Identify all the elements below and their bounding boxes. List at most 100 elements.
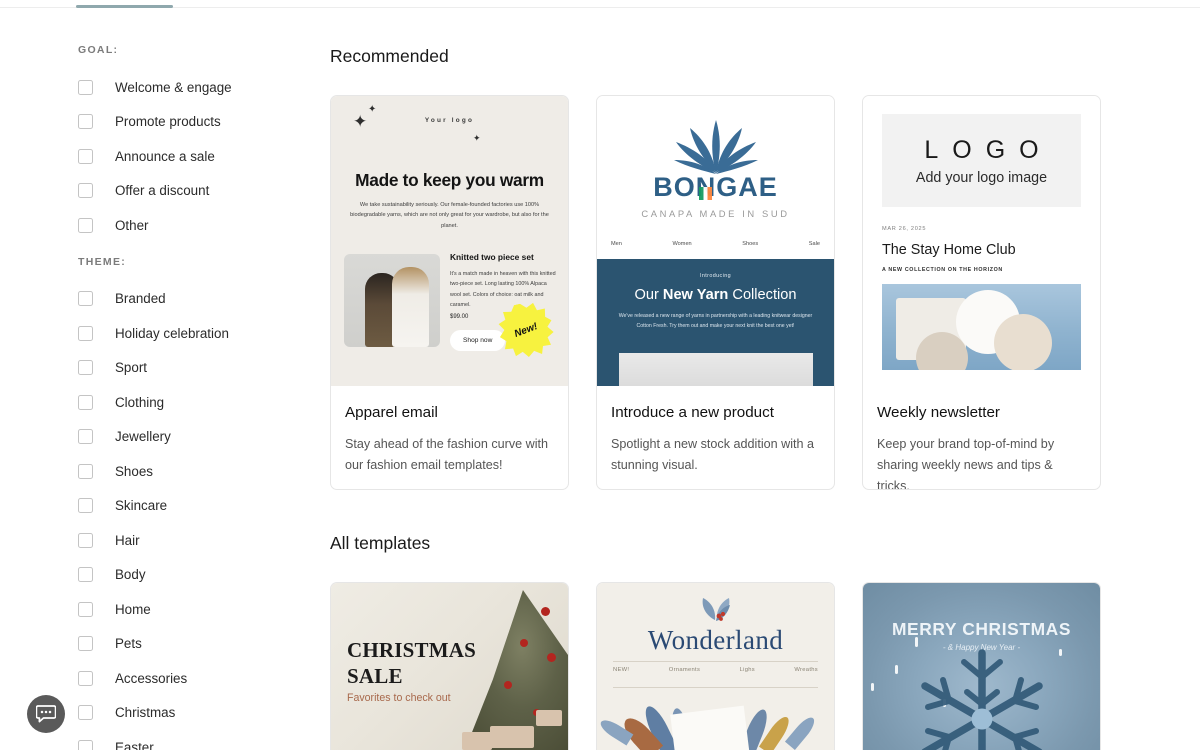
checkbox-hair[interactable] bbox=[78, 532, 93, 548]
preview-kicker: A NEW COLLECTION ON THE HORIZON bbox=[882, 267, 1003, 273]
filter-skincare[interactable]: Skincare bbox=[78, 489, 330, 524]
template-card-wonderland[interactable]: Wonderland NEW! Ornaments Lighs Wreaths bbox=[596, 582, 835, 750]
divider bbox=[613, 687, 818, 688]
card-graphic bbox=[670, 705, 750, 750]
checkbox-clothing[interactable] bbox=[78, 394, 93, 410]
template-card-introduce-new-product[interactable]: BONGAE CANAPA MADE IN SUD Men Women Shoe… bbox=[596, 95, 835, 490]
brand-accent-letter: N bbox=[695, 172, 717, 202]
checkbox-skincare[interactable] bbox=[78, 498, 93, 514]
filter-other[interactable]: Other bbox=[78, 208, 330, 243]
filter-hair[interactable]: Hair bbox=[78, 523, 330, 558]
filter-label: Offer a discount bbox=[115, 183, 210, 199]
preview-headline: Made to keep you warm bbox=[355, 170, 544, 190]
gift-box bbox=[536, 710, 562, 726]
filter-group-theme: THEME: Branded Holiday celebration Sport… bbox=[78, 256, 330, 750]
filter-offer-a-discount[interactable]: Offer a discount bbox=[78, 174, 330, 209]
filter-shoes[interactable]: Shoes bbox=[78, 454, 330, 489]
preview-nav-item: Wreaths bbox=[794, 667, 818, 673]
template-card-weekly-newsletter[interactable]: LOGO Add your logo image MAR 26, 2025 Th… bbox=[862, 95, 1101, 490]
preview-body-text: We take sustainability seriously. Our fe… bbox=[350, 202, 549, 229]
checkbox-announce-a-sale[interactable] bbox=[78, 148, 93, 164]
filter-label: Jewellery bbox=[115, 429, 171, 445]
preview-product-title: Knitted two piece set bbox=[450, 252, 534, 262]
card-title: Introduce a new product bbox=[611, 404, 774, 421]
filter-branded[interactable]: Branded bbox=[78, 282, 330, 317]
recommended-heading: Recommended bbox=[330, 46, 449, 66]
sparkle-icon: ✦ bbox=[473, 133, 481, 143]
filter-home[interactable]: Home bbox=[78, 592, 330, 627]
checkbox-promote-products[interactable] bbox=[78, 114, 93, 130]
checkbox-offer-a-discount[interactable] bbox=[78, 183, 93, 199]
card-title: Weekly newsletter bbox=[877, 404, 1000, 421]
filter-announce-a-sale[interactable]: Announce a sale bbox=[78, 139, 330, 174]
ornament bbox=[504, 681, 512, 689]
filter-sport[interactable]: Sport bbox=[78, 351, 330, 386]
filter-accessories[interactable]: Accessories bbox=[78, 661, 330, 696]
preview-logo-hint: Add your logo image bbox=[915, 169, 1048, 186]
checkbox-home[interactable] bbox=[78, 601, 93, 617]
preview-logo-text: LOGO bbox=[924, 135, 1053, 164]
checkbox-jewellery[interactable] bbox=[78, 429, 93, 445]
filter-sidebar: GOAL: Welcome & engage Promote products … bbox=[0, 0, 330, 750]
checkbox-sport[interactable] bbox=[78, 360, 93, 376]
chat-widget-button[interactable] bbox=[27, 695, 65, 733]
checkbox-welcome-engage[interactable] bbox=[78, 79, 93, 95]
filter-label: Clothing bbox=[115, 394, 165, 410]
filter-label: Accessories bbox=[115, 670, 188, 686]
filter-pets[interactable]: Pets bbox=[78, 627, 330, 662]
card-description: Stay ahead of the fashion curve with our… bbox=[345, 437, 549, 472]
preview-headline: Our New Yarn Collection bbox=[597, 287, 834, 303]
ornament bbox=[520, 639, 528, 647]
filter-label: Home bbox=[115, 601, 151, 617]
template-card-apparel-email[interactable]: ✦ ✦ ✦ Your logo Made to keep you warm We… bbox=[330, 95, 569, 490]
filter-clothing[interactable]: Clothing bbox=[78, 385, 330, 420]
template-card-merry-christmas[interactable]: MERRY CHRISTMAS - & Happy New Year - bbox=[862, 582, 1101, 750]
preview-headline: The Stay Home Club bbox=[882, 242, 1016, 258]
checkbox-shoes[interactable] bbox=[78, 463, 93, 479]
filter-christmas[interactable]: Christmas bbox=[78, 696, 330, 731]
preview-brand-tagline: CANAPA MADE IN SUD bbox=[641, 208, 790, 219]
holly-sprig-icon bbox=[702, 598, 730, 621]
preview-nav-item: Women bbox=[672, 241, 692, 247]
preview-logo-box: LOGO Add your logo image bbox=[882, 114, 1081, 207]
snow-streak bbox=[895, 665, 898, 674]
preview-brand-name: BONGAE bbox=[597, 172, 834, 203]
filter-label: Other bbox=[115, 217, 149, 233]
filter-label: Pets bbox=[115, 636, 142, 652]
checkbox-body[interactable] bbox=[78, 567, 93, 583]
template-card-christmas-sale[interactable]: CHRISTMAS SALE Favorites to check out bbox=[330, 582, 569, 750]
preview-photo bbox=[882, 284, 1081, 370]
card-description: Spotlight a new stock addition with a st… bbox=[611, 437, 815, 472]
checkbox-pets[interactable] bbox=[78, 636, 93, 652]
checkbox-holiday-celebration[interactable] bbox=[78, 325, 93, 341]
cannabis-leaf-icon bbox=[673, 120, 758, 174]
checkbox-easter[interactable] bbox=[78, 739, 93, 750]
recommended-card-row: ✦ ✦ ✦ Your logo Made to keep you warm We… bbox=[330, 95, 1101, 490]
preview-headline: CHRISTMAS SALE bbox=[347, 637, 476, 690]
template-preview-apparel: ✦ ✦ ✦ Your logo Made to keep you warm We… bbox=[331, 96, 568, 386]
filter-label: Easter bbox=[115, 739, 154, 750]
preview-product-price: $99.00 bbox=[450, 314, 469, 320]
preview-floral-scene bbox=[597, 692, 834, 750]
checkbox-branded[interactable] bbox=[78, 291, 93, 307]
checkbox-accessories[interactable] bbox=[78, 670, 93, 686]
preview-nav-item: Men bbox=[611, 241, 622, 247]
filter-promote-products[interactable]: Promote products bbox=[78, 105, 330, 140]
headline-part: Collection bbox=[728, 287, 797, 303]
filter-welcome-engage[interactable]: Welcome & engage bbox=[78, 70, 330, 105]
checkbox-christmas[interactable] bbox=[78, 705, 93, 721]
filter-jewellery[interactable]: Jewellery bbox=[78, 420, 330, 455]
all-templates-heading: All templates bbox=[330, 533, 431, 553]
card-description: Keep your brand top-of-mind by sharing w… bbox=[877, 437, 1055, 490]
plate-shape bbox=[994, 314, 1052, 370]
template-preview-merry-christmas: MERRY CHRISTMAS - & Happy New Year - bbox=[863, 583, 1100, 750]
preview-nav-item: NEW! bbox=[613, 667, 630, 673]
snowflake-icon bbox=[920, 649, 1043, 750]
filter-holiday-celebration[interactable]: Holiday celebration bbox=[78, 316, 330, 351]
preview-nav-item: Sale bbox=[808, 241, 820, 247]
preview-image-placeholder bbox=[619, 353, 813, 386]
filter-body[interactable]: Body bbox=[78, 558, 330, 593]
checkbox-other[interactable] bbox=[78, 217, 93, 233]
filter-easter[interactable]: Easter bbox=[78, 730, 330, 750]
